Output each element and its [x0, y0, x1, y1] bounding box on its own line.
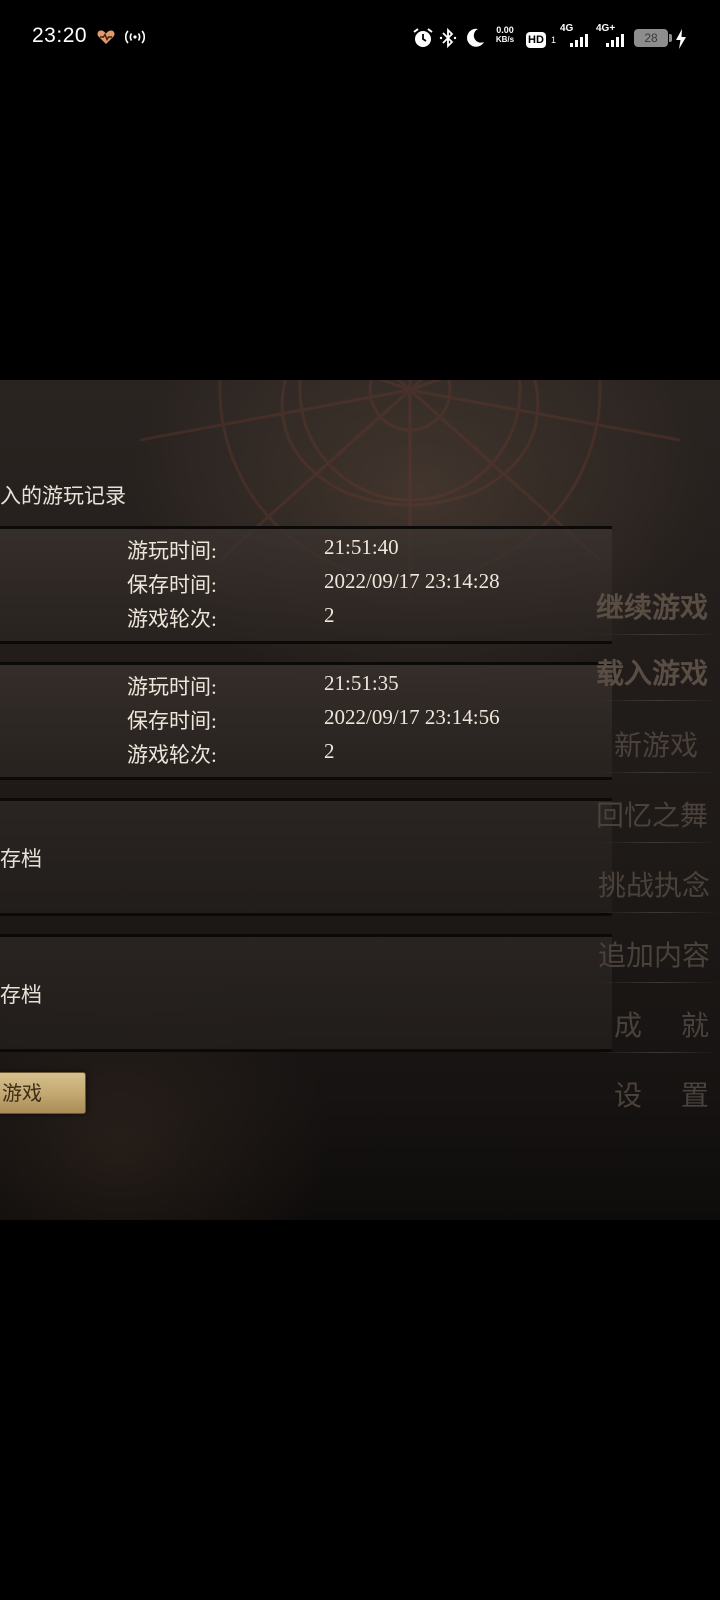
save-slot-4-empty[interactable]: 存档: [0, 934, 612, 1052]
play-time-label: 游玩时间:: [127, 675, 217, 699]
status-bar: 23:20 0.00 KB/s HD 1 4G 4G+ 28: [0, 0, 720, 78]
save-time-label: 保存时间:: [127, 709, 217, 733]
signal-bars-icon: [606, 34, 624, 47]
menu-divider: [596, 912, 720, 913]
menu-memory-dance[interactable]: 回忆之舞: [596, 794, 708, 834]
menu-continue-game[interactable]: 继续游戏: [596, 586, 708, 626]
bluetooth-icon: [439, 27, 457, 49]
menu-divider: [596, 634, 720, 635]
play-time-value: 21:51:40: [324, 535, 399, 559]
round-label: 游戏轮次:: [127, 743, 217, 767]
menu-divider: [596, 700, 720, 701]
play-time-label: 游玩时间:: [127, 539, 217, 563]
game-screen: 入的游玩记录 游玩时间: 21:51:40 保存时间: 2022/09/17 2…: [0, 380, 720, 1220]
charging-bolt-icon: [676, 29, 686, 49]
play-time-row: 游玩时间: 21:51:40: [0, 535, 612, 569]
play-time-row: 游玩时间: 21:51:35: [0, 671, 612, 705]
menu-challenge[interactable]: 挑战执念: [598, 864, 710, 904]
network-speed-value: 0.00: [496, 25, 514, 35]
hotspot-icon: [124, 30, 146, 44]
back-to-game-button[interactable]: 游戏: [0, 1072, 86, 1114]
save-time-value: 2022/09/17 23:14:56: [324, 705, 500, 729]
save-slot-1[interactable]: 游玩时间: 21:51:40 保存时间: 2022/09/17 23:14:28…: [0, 526, 612, 644]
save-slot-3-empty[interactable]: 存档: [0, 798, 612, 916]
battery-indicator: 28: [634, 29, 672, 47]
menu-new-game[interactable]: 新游戏: [614, 724, 698, 764]
menu-divider: [596, 842, 720, 843]
hd-voice-indicator: HD 1: [526, 28, 556, 50]
save-slot-2[interactable]: 游玩时间: 21:51:35 保存时间: 2022/09/17 23:14:56…: [0, 662, 612, 780]
menu-achievements[interactable]: 成 就: [614, 1004, 709, 1044]
save-time-value: 2022/09/17 23:14:28: [324, 569, 500, 593]
round-label: 游戏轮次:: [127, 607, 217, 631]
round-value: 2: [324, 603, 335, 627]
menu-divider: [596, 1052, 720, 1053]
menu-load-game[interactable]: 载入游戏: [596, 652, 708, 692]
play-time-value: 21:51:35: [324, 671, 399, 695]
save-time-label: 保存时间:: [127, 573, 217, 597]
menu-settings[interactable]: 设 置: [614, 1074, 709, 1114]
menu-divider: [596, 772, 720, 773]
empty-slot-label: 存档: [0, 983, 42, 1007]
status-icons: 0.00 KB/s HD 1 4G 4G+ 28: [412, 24, 692, 54]
signal-bars-icon: [570, 34, 588, 47]
menu-divider: [596, 982, 720, 983]
alarm-icon: [413, 28, 433, 47]
sim2-signal: 4G+: [596, 24, 630, 50]
sim2-label: 4G+: [596, 23, 616, 34]
save-time-row: 保存时间: 2022/09/17 23:14:56: [0, 705, 612, 739]
sim1-signal: 4G: [560, 24, 592, 50]
round-value: 2: [324, 739, 335, 763]
load-panel-title: 入的游玩记录: [0, 484, 126, 508]
hd-label: HD: [526, 32, 546, 48]
hd-sub: 1: [550, 35, 556, 45]
round-row: 游戏轮次: 2: [0, 603, 612, 637]
menu-additional-content[interactable]: 追加内容: [598, 934, 710, 974]
status-time: 23:20: [32, 24, 88, 47]
do-not-disturb-moon-icon: [467, 28, 484, 47]
sim1-label: 4G: [560, 23, 574, 34]
network-speed: 0.00 KB/s: [492, 25, 518, 45]
round-row: 游戏轮次: 2: [0, 739, 612, 773]
empty-slot-label: 存档: [0, 847, 42, 871]
network-speed-unit: KB/s: [495, 35, 515, 44]
health-heart-icon: [97, 30, 115, 44]
save-time-row: 保存时间: 2022/09/17 23:14:28: [0, 569, 612, 603]
